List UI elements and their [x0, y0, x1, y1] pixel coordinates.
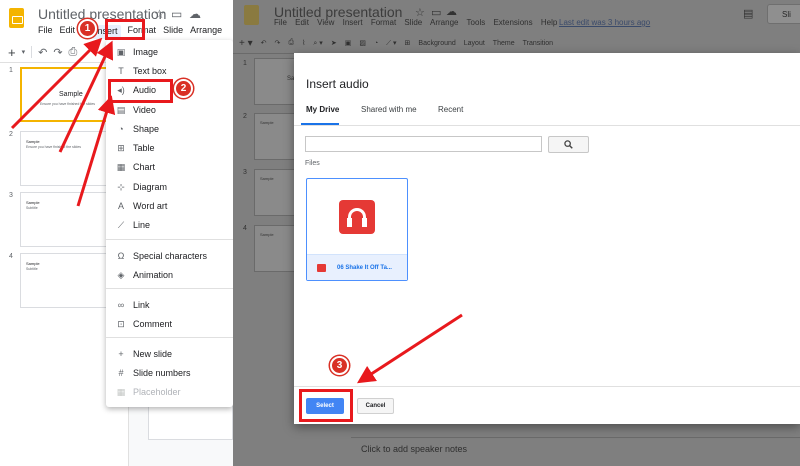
highlight-insert-menu: [105, 19, 145, 40]
arrow-to-audio: [76, 95, 116, 207]
highlight-select-button: [299, 389, 353, 422]
step-badge-3: 3: [330, 356, 349, 375]
highlight-audio-item: [108, 79, 173, 103]
arrow-to-insert-2: [58, 40, 114, 153]
annotation-arrows: [10, 37, 463, 384]
step-badge-1: 1: [78, 19, 97, 38]
step-badge-2: 2: [174, 79, 193, 98]
arrow-to-select: [356, 313, 463, 384]
arrow-to-insert-1: [10, 37, 103, 130]
